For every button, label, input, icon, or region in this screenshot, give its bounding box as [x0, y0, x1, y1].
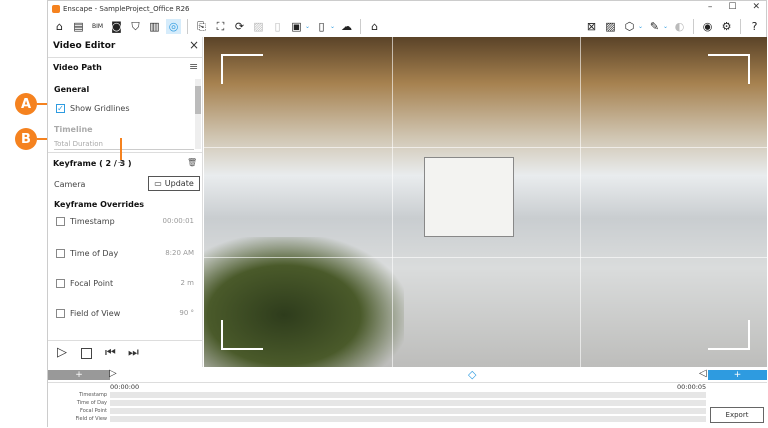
video-editor-icon[interactable]: ◎ [166, 19, 181, 34]
window-title: Enscape - SampleProject_Office R26 [63, 4, 190, 13]
image-view-icon[interactable]: ▨ [603, 19, 618, 34]
frame-corner [221, 54, 263, 84]
cloud-icon[interactable]: ☁ [339, 19, 354, 34]
update-label: Update [164, 179, 194, 188]
end-marker[interactable]: ◁ [699, 368, 707, 379]
vr-headset-icon: ◐ [674, 20, 685, 33]
scrollbar[interactable] [195, 79, 201, 149]
frame-corner [708, 54, 750, 84]
show-gridlines-label: Show Gridlines [70, 104, 130, 113]
start-marker[interactable]: ▷ [109, 368, 117, 379]
video-path-label: Video Path [53, 63, 102, 72]
help-icon[interactable]: ? [747, 19, 762, 34]
cube-icon[interactable]: ⬡ [622, 19, 637, 34]
override-value: 00:00:01 [162, 217, 194, 225]
screenshot-icon[interactable]: ⛶ [213, 19, 228, 34]
image-icon: ▨ [253, 20, 264, 33]
buildings-icon[interactable]: ▥ [147, 19, 162, 34]
track-label: Focal Point [80, 408, 107, 414]
timeline-label: Timeline [54, 125, 93, 134]
gridline [392, 37, 393, 367]
export-button[interactable]: Export [710, 407, 764, 423]
camera-icon: ▭ [154, 179, 162, 188]
gridline [580, 37, 581, 367]
enscape-logo-icon [52, 4, 60, 13]
shield-icon[interactable]: ⛉ [128, 19, 143, 34]
map-icon[interactable]: ⊠ [584, 19, 599, 34]
title-bar: Enscape - SampleProject_Office R26 – ☐ ✕ [48, 1, 766, 16]
override-label: Focal Point [70, 279, 114, 288]
vr-icon[interactable]: ▣ [289, 19, 304, 34]
close-window-button[interactable]: ✕ [752, 2, 760, 12]
video-editor-panel: Video Editor × Video Path ≡ General ✓ Sh… [48, 37, 203, 367]
override-value: 8:20 AM [165, 249, 194, 257]
camera-label: Camera [54, 180, 86, 189]
timeline: + ▷ ◇ ◁ + 00:00:00 00:00:05 Timestamp Ti… [48, 367, 767, 428]
track-timestamp[interactable] [110, 392, 706, 398]
close-panel-icon[interactable]: × [189, 38, 199, 52]
callout-b-line-v [120, 138, 122, 160]
override-label: Time of Day [70, 249, 119, 258]
previous-keyframe-icon[interactable]: ⏮ [105, 345, 116, 360]
track-time-of-day[interactable] [110, 400, 706, 406]
view-icon[interactable]: ◙ [109, 19, 124, 34]
override-label: Field of View [70, 309, 121, 318]
time-of-day-checkbox[interactable] [56, 249, 65, 258]
override-value: 2 m [180, 279, 195, 287]
asset-icon[interactable]: ✎ [647, 19, 662, 34]
track-field-of-view[interactable] [110, 416, 706, 422]
add-keyframe-start-button[interactable]: + [48, 370, 110, 380]
minimize-button[interactable]: – [708, 2, 713, 12]
bim-icon[interactable]: BIM [90, 19, 105, 34]
update-camera-button[interactable]: ▭ Update [148, 176, 200, 191]
override-value: 90 ° [179, 309, 194, 317]
batch-icon[interactable]: ⟳ [232, 19, 247, 34]
play-icon[interactable]: ▷ [57, 345, 67, 360]
app-window: Enscape - SampleProject_Office R26 – ☐ ✕… [47, 0, 767, 428]
callout-b: B [15, 128, 37, 150]
delete-keyframe-icon[interactable]: 🗑 [187, 158, 197, 167]
frame-corner [221, 320, 263, 350]
gridline [204, 147, 767, 148]
file-icon: ▯ [274, 20, 281, 33]
callout-a: A [15, 93, 37, 115]
track-label: Time of Day [76, 400, 107, 406]
track-label: Timestamp [79, 392, 107, 398]
panel-title: Video Editor [53, 41, 116, 51]
settings-icon[interactable]: ⚙ [719, 19, 734, 34]
keyframe-marker[interactable]: ◇ [468, 368, 476, 381]
maximize-button[interactable]: ☐ [728, 2, 736, 12]
home-icon[interactable]: ⌂ [52, 19, 67, 34]
upload-icon[interactable]: ⌂ [367, 19, 382, 34]
render-viewport[interactable]: ⌃ [204, 37, 767, 367]
eye-icon[interactable]: ◉ [700, 19, 715, 34]
general-label: General [54, 85, 90, 94]
focal-point-checkbox[interactable] [56, 279, 65, 288]
track-focal-point[interactable] [110, 408, 706, 414]
save-icon[interactable]: ▯ [314, 19, 329, 34]
timestamp-checkbox[interactable] [56, 217, 65, 226]
timeline-end-time: 00:00:05 [677, 383, 707, 391]
override-label: Timestamp [70, 217, 115, 226]
frame-corner [708, 320, 750, 350]
collapse-toolbar-icon[interactable]: ⌃ [404, 37, 412, 42]
timeline-start-time: 00:00:00 [110, 383, 140, 391]
stop-icon[interactable] [81, 348, 92, 359]
assets-icon[interactable]: ▤ [71, 19, 86, 34]
keyframe-overrides-title: Keyframe Overrides [54, 200, 145, 209]
whiteboard [424, 157, 514, 237]
gridline [204, 257, 767, 258]
show-gridlines-checkbox[interactable]: ✓ [56, 104, 65, 113]
export-icon[interactable]: ⎘ [194, 19, 209, 34]
add-keyframe-end-button[interactable]: + [708, 370, 767, 380]
track-label: Field of View [75, 416, 107, 422]
total-duration-label: Total Duration [54, 140, 103, 148]
next-keyframe-icon[interactable]: ⏭ [128, 345, 139, 360]
field-of-view-checkbox[interactable] [56, 309, 65, 318]
menu-icon[interactable]: ≡ [189, 60, 198, 73]
